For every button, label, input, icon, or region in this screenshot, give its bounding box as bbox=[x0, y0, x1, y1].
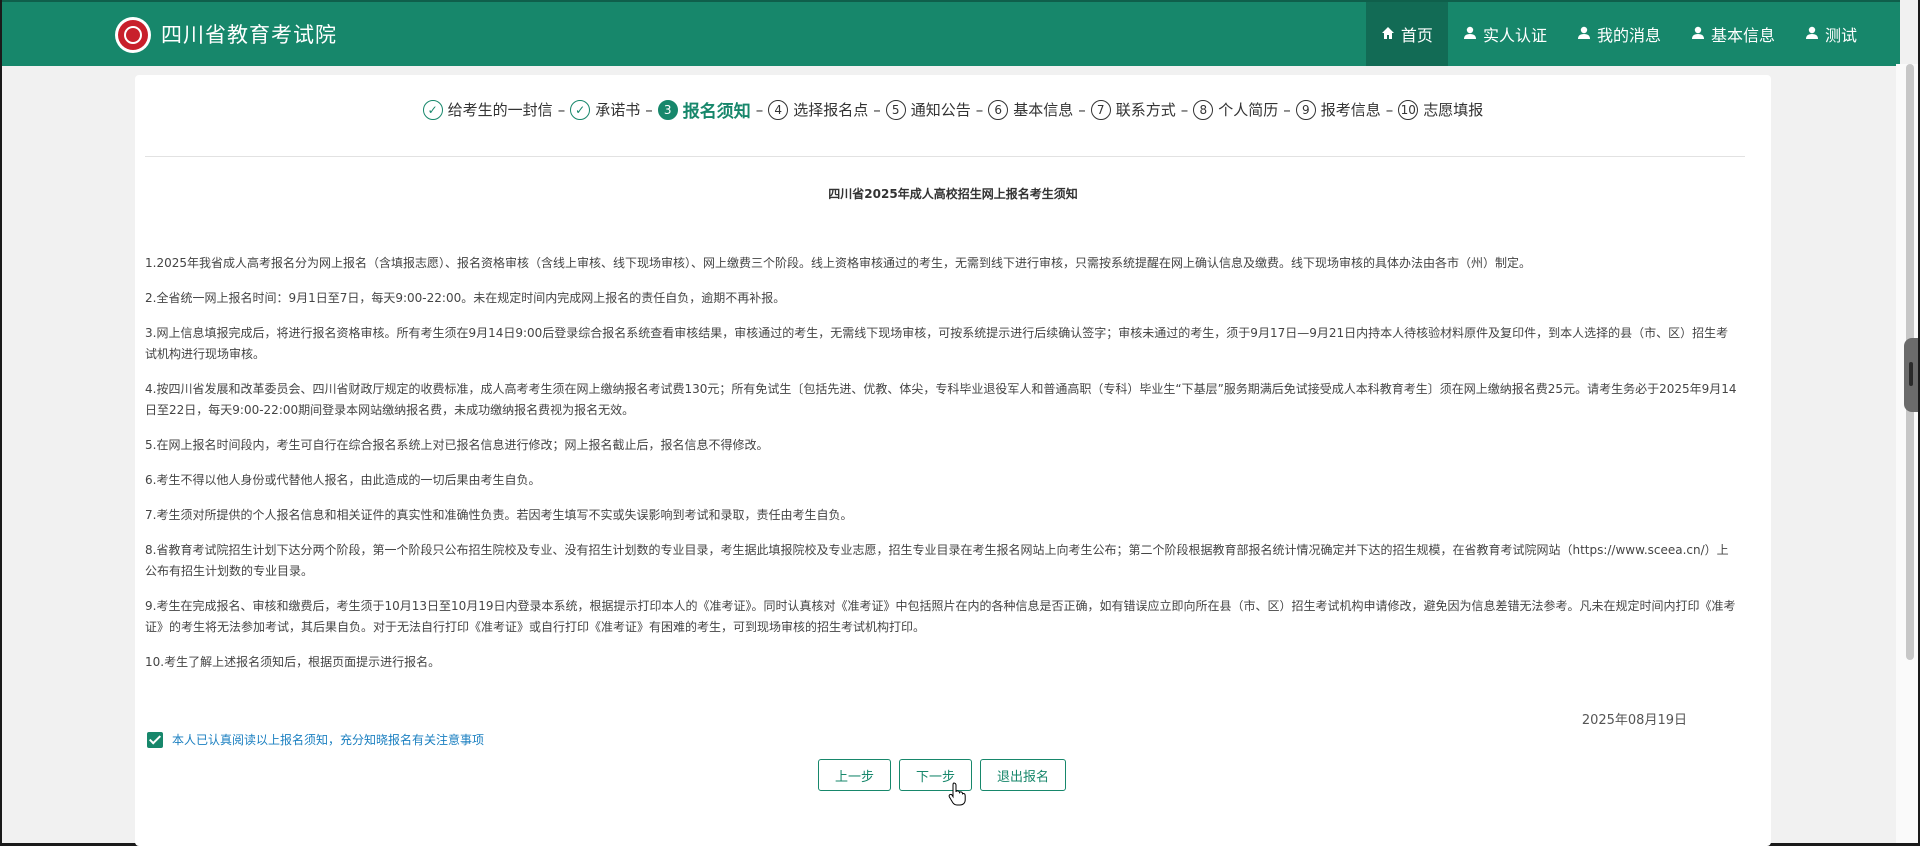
home-icon bbox=[1381, 25, 1395, 44]
top-nav: 首页 实人认证 我的消息 基本信息 测试 bbox=[1365, 2, 1900, 66]
step-number: 10 bbox=[1398, 99, 1419, 120]
step-label: 联系方式 bbox=[1115, 101, 1176, 119]
prev-step-button[interactable]: 上一步 bbox=[818, 759, 892, 791]
step-separator: – bbox=[755, 100, 764, 119]
nav-label: 测试 bbox=[1824, 26, 1857, 45]
step-separator: – bbox=[1283, 100, 1291, 119]
step-label: 给考生的一封信 bbox=[447, 101, 553, 119]
step-label: 通知公告 bbox=[910, 101, 971, 119]
nav-item-real-name-auth[interactable]: 实人认证 bbox=[1448, 2, 1562, 66]
user-icon bbox=[1577, 25, 1591, 44]
step-number: 5 bbox=[885, 99, 906, 120]
step-notice: 3 报名须知 bbox=[657, 97, 751, 122]
step-separator: – bbox=[1078, 100, 1086, 119]
step-resume: 8 个人简历 bbox=[1193, 99, 1278, 120]
hand-cursor-icon bbox=[948, 782, 966, 806]
notice-paragraph: 7.考生须对所提供的个人报名信息和相关证件的真实性和准确性负责。若因考生填写不实… bbox=[145, 508, 853, 522]
notice-paragraph: 1.2025年我省成人高考报名分为网上报名（含填报志愿）、报名资格审核（含线上审… bbox=[145, 256, 1531, 270]
step-number: 9 bbox=[1295, 99, 1316, 120]
step-separator: – bbox=[975, 100, 984, 119]
step-label: 基本信息 bbox=[1013, 101, 1074, 119]
step-label: 个人简历 bbox=[1218, 101, 1279, 119]
notice-paragraph: 5.在网上报名时间段内，考生可自行在综合报名系统上对已报名信息进行修改；网上报名… bbox=[145, 438, 769, 452]
step-label: 报考信息 bbox=[1320, 101, 1381, 119]
nav-item-messages[interactable]: 我的消息 bbox=[1562, 2, 1676, 66]
divider bbox=[145, 156, 1745, 157]
step-number: 8 bbox=[1193, 99, 1214, 120]
exit-registration-button[interactable]: 退出报名 bbox=[980, 759, 1067, 791]
user-icon bbox=[1463, 25, 1477, 44]
step-announcement: 5 通知公告 bbox=[885, 99, 971, 120]
step-pledge: ✓ 承诺书 bbox=[570, 99, 640, 120]
step-separator: – bbox=[645, 100, 653, 119]
nav-label: 基本信息 bbox=[1710, 26, 1775, 45]
notice-body: 1.2025年我省成人高考报名分为网上报名（含填报志愿）、报名资格审核（含线上审… bbox=[145, 253, 1737, 687]
content-card: ✓ 给考生的一封信 – ✓ 承诺书 – 3 报名须知 – 4 选择报名点 – 5… bbox=[135, 75, 1771, 846]
step-number: 7 bbox=[1090, 99, 1111, 120]
notice-paragraph: 2.全省统一网上报名时间：9月1日至7日，每天9:00-22:00。未在规定时间… bbox=[145, 291, 786, 305]
nav-label: 我的消息 bbox=[1596, 26, 1661, 45]
side-drawer-handle[interactable] bbox=[1904, 338, 1918, 412]
step-exam-info: 9 报考信息 bbox=[1295, 99, 1381, 120]
user-icon bbox=[1805, 25, 1819, 44]
step-progress: ✓ 给考生的一封信 – ✓ 承诺书 – 3 报名须知 – 4 选择报名点 – 5… bbox=[135, 97, 1771, 122]
nav-item-test[interactable]: 测试 bbox=[1790, 2, 1900, 66]
top-header: 四川省教育考试院 首页 实人认证 我的消息 基本信息 测试 bbox=[2, 0, 1900, 66]
nav-item-basic-info[interactable]: 基本信息 bbox=[1676, 2, 1790, 66]
step-label: 志愿填报 bbox=[1423, 101, 1484, 119]
notice-paragraph: 10.考生了解上述报名须知后，根据页面提示进行报名。 bbox=[145, 655, 441, 669]
step-separator: – bbox=[557, 100, 566, 119]
nav-label: 首页 bbox=[1400, 26, 1433, 45]
site-title: 四川省教育考试院 bbox=[161, 23, 337, 47]
step-contact: 7 联系方式 bbox=[1090, 99, 1176, 120]
notice-paragraph: 4.按四川省发展和改革委员会、四川省财政厅规定的收费标准，成人高考考生须在网上缴… bbox=[145, 382, 1737, 417]
agreement-label[interactable]: 本人已认真阅读以上报名须知，充分知晓报名有关注意事项 bbox=[172, 731, 484, 748]
seal-logo-icon bbox=[115, 17, 151, 53]
action-buttons: 上一步 下一步 退出报名 bbox=[818, 759, 1067, 791]
agreement-checkbox[interactable] bbox=[147, 731, 163, 748]
agreement-checkbox-row[interactable]: 本人已认真阅读以上报名须知，充分知晓报名有关注意事项 bbox=[147, 731, 484, 748]
step-separator: – bbox=[873, 100, 881, 119]
notice-paragraph: 8.省教育考试院招生计划下达分两个阶段，第一个阶段只公布招生院校及专业、没有招生… bbox=[145, 543, 1729, 578]
step-number: 3 bbox=[657, 99, 678, 120]
check-icon: ✓ bbox=[422, 99, 443, 120]
step-preferences: 10 志愿填报 bbox=[1398, 99, 1483, 120]
notice-paragraph: 6.考生不得以他人身份或代替他人报名，由此造成的一切后果由考生自负。 bbox=[145, 473, 541, 487]
step-number: 6 bbox=[988, 99, 1009, 120]
step-separator: – bbox=[1385, 100, 1394, 119]
notice-title: 四川省2025年成人高校招生网上报名考生须知 bbox=[828, 187, 1078, 201]
step-number: 4 bbox=[768, 99, 789, 120]
step-select-site: 4 选择报名点 bbox=[768, 99, 868, 120]
notice-date: 2025年08月19日 bbox=[1581, 713, 1687, 728]
user-icon bbox=[1691, 25, 1705, 44]
step-letter: ✓ 给考生的一封信 bbox=[422, 99, 553, 120]
check-icon: ✓ bbox=[570, 99, 591, 120]
step-basic-info: 6 基本信息 bbox=[988, 99, 1073, 120]
step-separator: – bbox=[1180, 100, 1189, 119]
nav-item-home[interactable]: 首页 bbox=[1365, 2, 1448, 66]
nav-label: 实人认证 bbox=[1482, 26, 1547, 45]
notice-paragraph: 9.考生在完成报名、审核和缴费后，考生须于10月13日至10月19日内登录本系统… bbox=[145, 599, 1736, 634]
notice-paragraph: 3.网上信息填报完成后，将进行报名资格审核。所有考生须在9月14日9:00后登录… bbox=[145, 326, 1729, 361]
step-label: 选择报名点 bbox=[793, 101, 869, 119]
step-label: 报名须知 bbox=[682, 102, 751, 122]
step-label: 承诺书 bbox=[595, 101, 641, 119]
